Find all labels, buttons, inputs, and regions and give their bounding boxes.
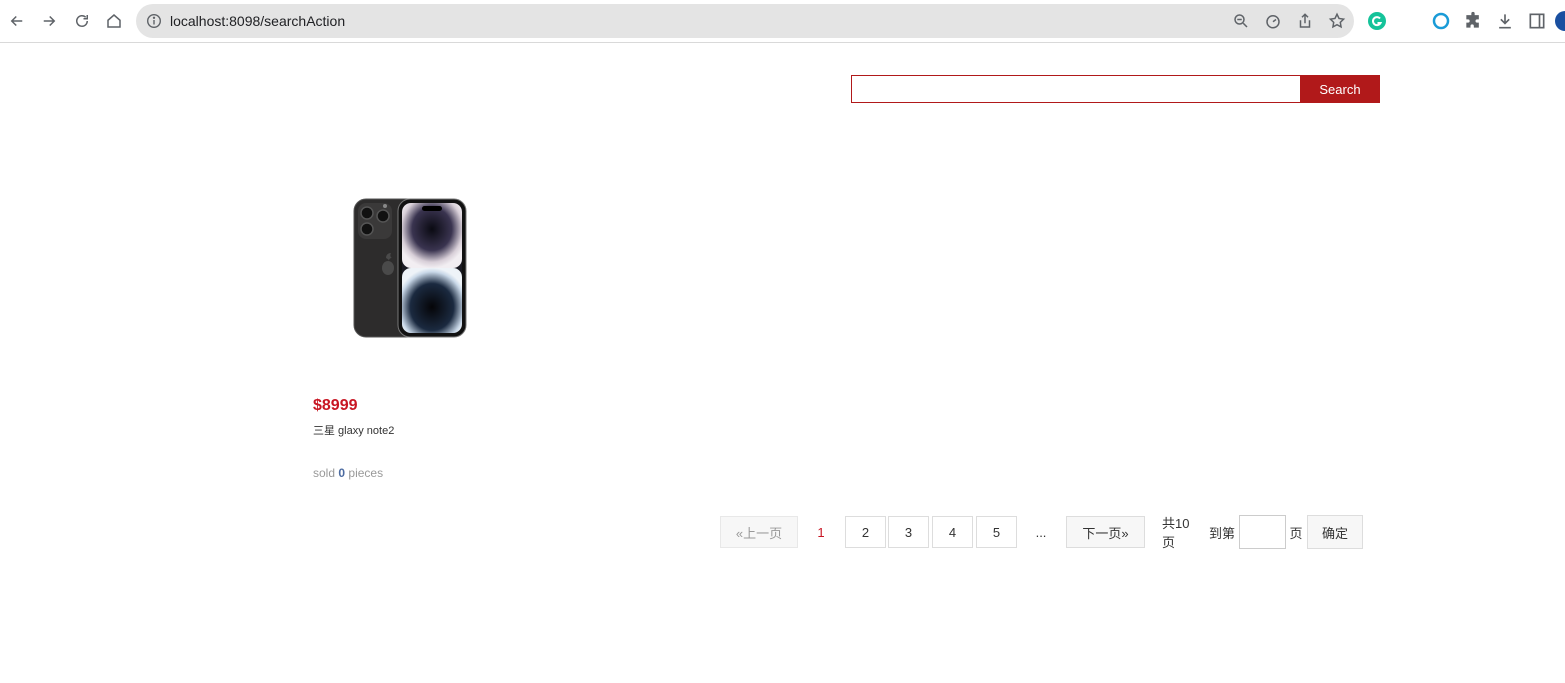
product-price: $8999 xyxy=(313,397,358,414)
sold-suffix: pieces xyxy=(348,466,384,480)
share-icon[interactable] xyxy=(1296,12,1314,30)
page-5-button[interactable]: 5 xyxy=(976,516,1017,548)
profile-avatar-icon[interactable] xyxy=(1555,11,1565,31)
total-pages: 共10页 xyxy=(1162,516,1190,550)
info-icon[interactable] xyxy=(146,13,162,29)
page-ellipsis: ... xyxy=(1035,524,1047,540)
prev-page-button[interactable]: «上一页 xyxy=(720,516,798,548)
product-image[interactable] xyxy=(350,196,470,340)
page-unit-label: 页 xyxy=(1289,525,1303,541)
download-icon[interactable] xyxy=(1495,11,1515,31)
grammarly-icon[interactable] xyxy=(1367,11,1387,31)
confirm-button[interactable]: 确定 xyxy=(1307,515,1363,549)
page-3-button[interactable]: 3 xyxy=(888,516,929,548)
current-page: 1 xyxy=(817,524,825,540)
page-4-button[interactable]: 4 xyxy=(932,516,973,548)
sold-count: sold 0 pieces xyxy=(313,466,383,480)
url-text: localhost:8098/searchAction xyxy=(170,13,346,29)
extension-ring-icon[interactable] xyxy=(1431,11,1451,31)
browser-toolbar: localhost:8098/searchAction xyxy=(0,0,1565,43)
goto-label: 到第 xyxy=(1208,525,1235,541)
forward-icon[interactable] xyxy=(37,9,61,33)
goto-page-input[interactable] xyxy=(1239,515,1286,549)
sold-number: 0 xyxy=(338,466,346,480)
reload-icon[interactable] xyxy=(70,9,94,33)
back-icon[interactable] xyxy=(5,9,29,33)
side-panel-icon[interactable] xyxy=(1527,11,1547,31)
search-input[interactable] xyxy=(851,75,1301,103)
zoom-icon[interactable] xyxy=(1232,12,1250,30)
home-icon[interactable] xyxy=(102,9,126,33)
next-page-button[interactable]: 下一页» xyxy=(1066,516,1145,548)
product-title[interactable]: 三星 glaxy note2 xyxy=(313,422,394,438)
address-bar[interactable]: localhost:8098/searchAction xyxy=(136,4,1354,38)
extensions-puzzle-icon[interactable] xyxy=(1463,11,1483,31)
sold-prefix: sold xyxy=(313,466,336,480)
page-2-button[interactable]: 2 xyxy=(845,516,886,548)
bookmark-star-icon[interactable] xyxy=(1328,12,1346,30)
performance-icon[interactable] xyxy=(1264,12,1282,30)
search-button[interactable]: Search xyxy=(1300,75,1380,103)
